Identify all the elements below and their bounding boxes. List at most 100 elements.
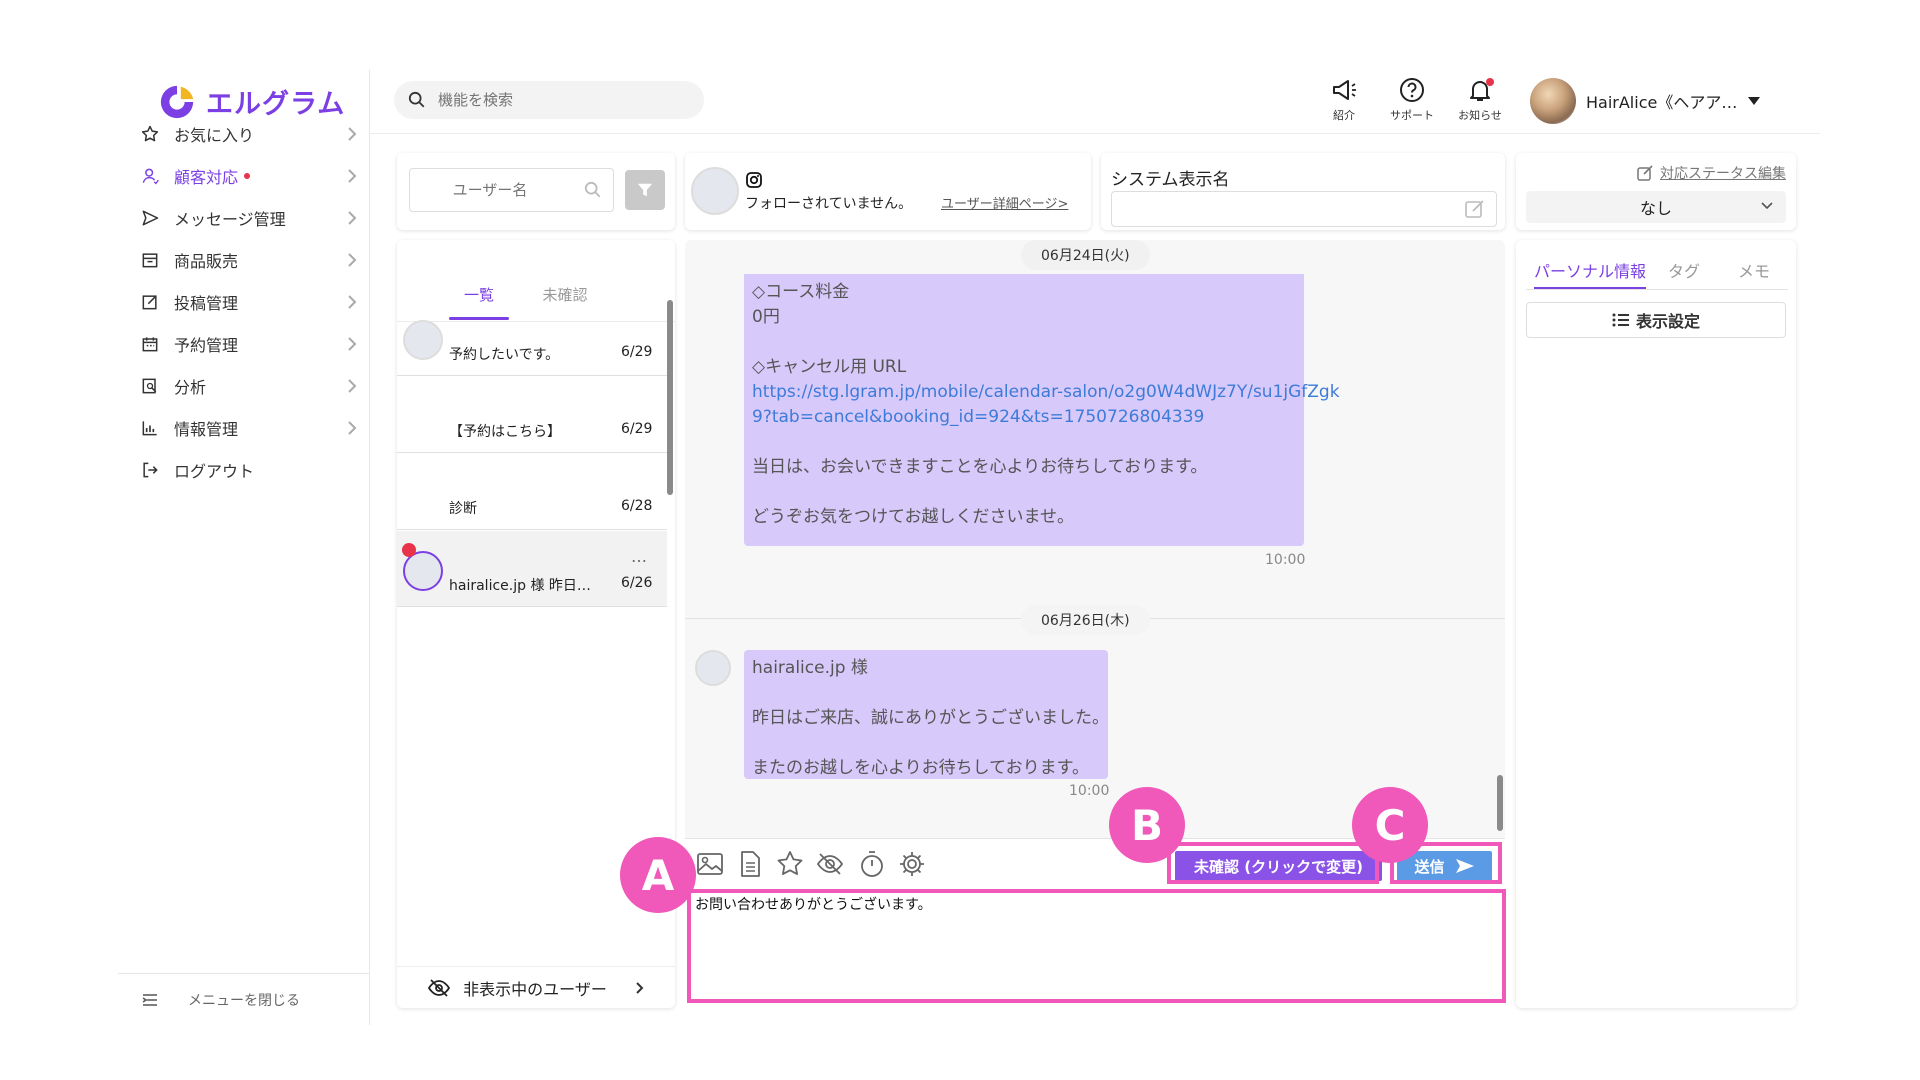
sidebar-item-product-sales[interactable]: 商品販売 bbox=[140, 240, 358, 280]
display-settings-button[interactable]: 表示設定 bbox=[1526, 302, 1786, 338]
chevron-right-icon bbox=[348, 421, 357, 435]
avatar bbox=[1530, 78, 1576, 124]
document-icon[interactable] bbox=[735, 849, 765, 879]
eye-off-icon bbox=[428, 978, 451, 997]
sidebar-item-information-management[interactable]: 情報管理 bbox=[140, 408, 358, 448]
system-name-field[interactable] bbox=[1111, 191, 1497, 227]
sidebar-item-logout[interactable]: ログアウト bbox=[140, 450, 358, 490]
conversation-preview: 予約したいです。 bbox=[449, 347, 560, 363]
sidebar-item-post-management[interactable]: 投稿管理 bbox=[140, 282, 358, 322]
logout-icon bbox=[143, 462, 158, 478]
scrollbar[interactable] bbox=[1497, 775, 1503, 831]
report-search-icon bbox=[142, 378, 157, 394]
close-menu-button[interactable]: メニューを閉じる bbox=[118, 973, 370, 1025]
cancel-url-link[interactable]: 9?tab=cancel&booking_id=924&ts=175072680… bbox=[752, 405, 1296, 430]
megaphone-icon bbox=[1333, 80, 1356, 100]
message-line: またのお越しを心よりお待ちしております。 bbox=[752, 758, 1089, 778]
sidebar-item-label: お気に入り bbox=[174, 126, 255, 145]
list-icon bbox=[1612, 313, 1629, 327]
user-search-input[interactable] bbox=[410, 181, 570, 199]
annotation-badge-a: A bbox=[620, 837, 696, 913]
eye-off-icon[interactable] bbox=[815, 849, 845, 879]
timer-icon[interactable] bbox=[857, 849, 887, 879]
star-icon bbox=[141, 125, 159, 142]
filter-button[interactable] bbox=[625, 170, 665, 210]
user-name: HairAlice《ヘアア… bbox=[1586, 93, 1738, 112]
status-edit-label: 対応ステータス編集 bbox=[1660, 166, 1786, 182]
tab-tags[interactable]: タグ bbox=[1668, 250, 1700, 290]
cancel-url-link[interactable]: https://stg.lgram.jp/mobile/calendar-sal… bbox=[752, 380, 1340, 405]
message-line: ◇キャンセル用 URL bbox=[752, 357, 907, 377]
chat-area: 06月24日(火) ◇コース料金 0円 ◇キャンセル用 URL https://… bbox=[685, 240, 1505, 845]
avatar bbox=[691, 167, 739, 215]
list-item[interactable]: … hairalice.jp 様 昨日は… 6/26 bbox=[397, 531, 667, 607]
store-icon bbox=[142, 253, 158, 268]
user-filter-card bbox=[397, 153, 675, 230]
edit-icon bbox=[142, 295, 157, 310]
feature-search[interactable] bbox=[394, 81, 704, 119]
intro-button[interactable]: 紹介 bbox=[1314, 76, 1374, 132]
annotation-badge-b: B bbox=[1109, 787, 1185, 863]
sidebar-item-analytics[interactable]: 分析 bbox=[140, 366, 358, 406]
gear-icon[interactable] bbox=[897, 849, 927, 879]
conversation-date: 6/29 bbox=[621, 344, 653, 360]
avatar bbox=[695, 650, 731, 686]
user-menu[interactable]: HairAlice《ヘアア… bbox=[1530, 76, 1761, 126]
tab-memo[interactable]: メモ bbox=[1738, 250, 1770, 290]
conversation-preview: 診断 bbox=[449, 501, 477, 517]
chevron-right-icon bbox=[348, 295, 357, 309]
feature-search-input[interactable] bbox=[438, 91, 678, 109]
star-icon[interactable] bbox=[775, 849, 805, 879]
status-select[interactable]: なし bbox=[1526, 191, 1786, 223]
scrollbar[interactable] bbox=[667, 300, 673, 495]
chevron-right-icon bbox=[348, 379, 357, 393]
caret-down-icon bbox=[1748, 97, 1761, 105]
notice-button[interactable]: お知らせ bbox=[1450, 76, 1510, 132]
instagram-icon bbox=[746, 172, 762, 188]
date-divider: 06月24日(火) bbox=[1021, 240, 1150, 270]
message-line bbox=[752, 330, 1296, 355]
sidebar-item-label: 投稿管理 bbox=[174, 294, 239, 313]
sidebar-item-message-management[interactable]: メッセージ管理 bbox=[140, 198, 358, 238]
conversation-date: 6/29 bbox=[621, 421, 653, 437]
divider bbox=[1526, 289, 1788, 290]
more-options-icon[interactable]: … bbox=[631, 547, 648, 566]
filter-icon bbox=[637, 183, 653, 197]
message-line: どうぞお気をつけてお越しくださいませ。 bbox=[752, 507, 1074, 527]
list-item[interactable]: 診断 6/28 bbox=[397, 454, 667, 530]
search-icon bbox=[408, 91, 425, 108]
conversation-date: 6/28 bbox=[621, 498, 653, 514]
sidebar-item-favorites[interactable]: お気に入り bbox=[140, 114, 358, 154]
annotation-badge-c: C bbox=[1352, 787, 1428, 863]
chevron-right-icon bbox=[348, 337, 357, 351]
conversation-date: 6/26 bbox=[621, 575, 653, 591]
message-line bbox=[752, 480, 1296, 505]
list-item[interactable]: 予約したいです。 6/29 bbox=[397, 300, 667, 376]
search-icon bbox=[584, 181, 601, 198]
help-icon bbox=[1400, 78, 1424, 102]
system-name-label: システム表示名 bbox=[1111, 170, 1230, 190]
message-line: hairalice.jp 様 bbox=[752, 658, 868, 678]
user-detail-link[interactable]: ユーザー詳細ページ> bbox=[941, 193, 1068, 212]
sidebar-item-reservation-management[interactable]: 予約管理 bbox=[140, 324, 358, 364]
chevron-right-icon bbox=[636, 981, 644, 994]
avatar bbox=[403, 320, 443, 360]
hidden-users-button[interactable]: 非表示中のユーザー bbox=[397, 966, 675, 1008]
message-line bbox=[752, 731, 1100, 756]
tab-personal-info[interactable]: パーソナル情報 bbox=[1534, 250, 1647, 290]
list-item[interactable]: 【予約はこちら】 6/29 bbox=[397, 377, 667, 453]
top-bar: 紹介 サポート お知らせ HairAlice《ヘアア… bbox=[370, 70, 1820, 134]
message-line bbox=[752, 681, 1100, 706]
status-edit-link[interactable]: 対応ステータス編集 bbox=[1636, 163, 1786, 183]
sidebar-item-customer-support[interactable]: 顧客対応 bbox=[140, 156, 358, 196]
user-search-box[interactable] bbox=[409, 168, 614, 212]
display-settings-label: 表示設定 bbox=[1635, 312, 1700, 331]
image-icon[interactable] bbox=[695, 849, 725, 879]
follow-status: フォローされていません。 bbox=[745, 196, 913, 212]
sidebar-item-label: ログアウト bbox=[174, 462, 255, 481]
support-button[interactable]: サポート bbox=[1382, 76, 1442, 132]
message-time: 10:00 bbox=[1265, 552, 1306, 568]
chat-header: フォローされていません。 ユーザー詳細ページ> bbox=[685, 153, 1091, 230]
edit-icon[interactable] bbox=[1464, 198, 1486, 220]
sidebar-item-label: メッセージ管理 bbox=[174, 210, 286, 229]
